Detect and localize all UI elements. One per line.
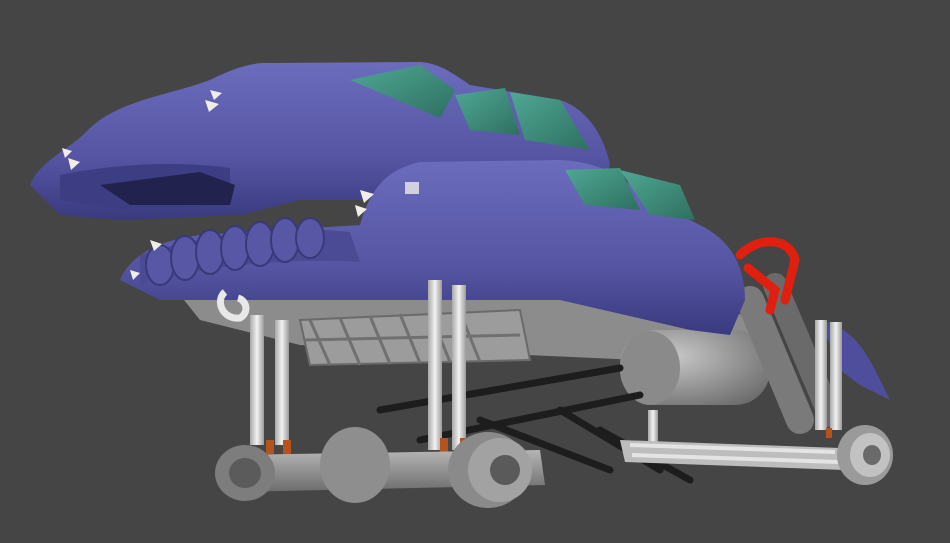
truck-render	[30, 62, 893, 508]
badge	[405, 182, 419, 194]
3d-viewport[interactable]	[0, 0, 950, 543]
rear-axle	[215, 427, 545, 508]
front-axle	[620, 425, 893, 485]
